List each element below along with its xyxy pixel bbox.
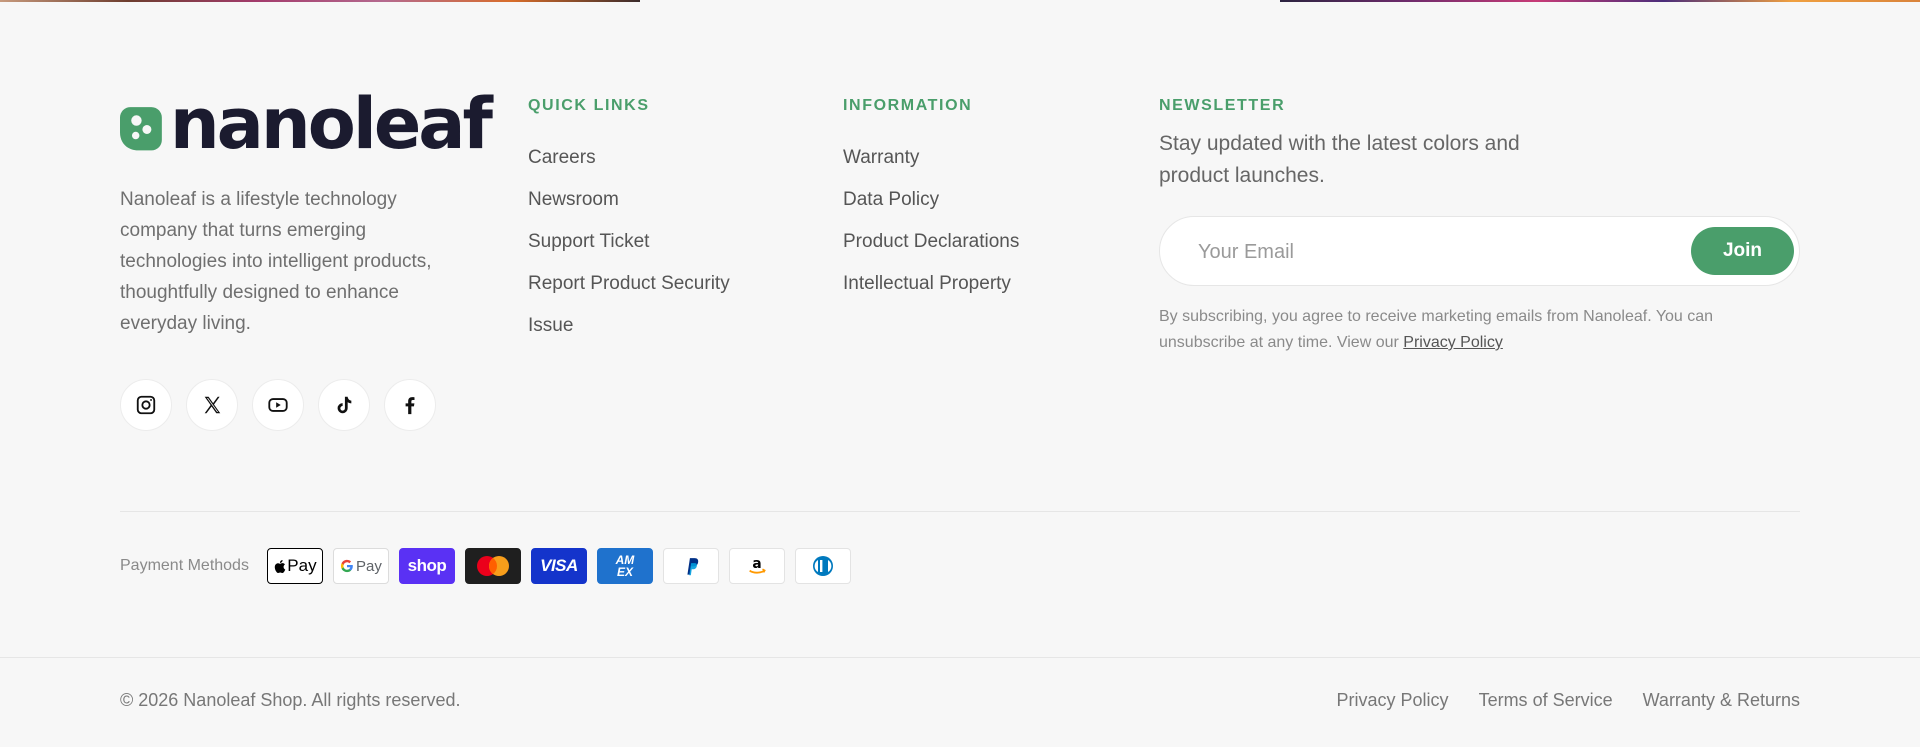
bottom-divider	[0, 657, 1920, 658]
newsletter-text: Stay updated with the latest colors and …	[1159, 132, 1520, 187]
privacy-policy-link[interactable]: Privacy Policy	[1403, 334, 1503, 351]
top-image-strip	[0, 0, 1920, 2]
diners-club-badge	[794, 548, 851, 584]
paypal-badge	[662, 548, 719, 584]
x-icon	[204, 396, 221, 414]
shop-pay-text: shop	[407, 556, 447, 575]
brand-description: Nanoleaf is a lifestyle technology compa…	[120, 189, 432, 334]
brand-column: nanoleaf Nanoleaf is a lifestyle technol…	[120, 89, 493, 431]
mastercard-badge	[464, 548, 521, 584]
nanoleaf-logo-icon	[120, 107, 162, 151]
quick-link-support-ticket[interactable]: Support Ticket	[528, 221, 768, 263]
information-column: INFORMATION Warranty Data Policy Product…	[843, 97, 1083, 305]
quick-link-report-security-issue[interactable]: Report Product Security Issue	[528, 263, 768, 347]
amex-badge: AM EX	[596, 548, 653, 584]
visa-badge: VISA	[530, 548, 587, 584]
information-title: INFORMATION	[843, 97, 973, 114]
join-button[interactable]: Join	[1691, 227, 1794, 275]
google-icon	[340, 559, 353, 573]
youtube-icon	[268, 398, 288, 412]
google-pay-badge: Pay	[332, 548, 389, 584]
instagram-icon	[136, 395, 156, 415]
info-link-intellectual-property[interactable]: Intellectual Property	[843, 263, 1083, 305]
instagram-link[interactable]	[120, 379, 172, 431]
diners-icon	[812, 556, 833, 576]
tiktok-icon	[337, 396, 352, 414]
privacy-policy-footer-link[interactable]: Privacy Policy	[1337, 690, 1449, 711]
apple-pay-text: Pay	[287, 556, 317, 575]
nanoleaf-wordmark: nanoleaf	[169, 83, 493, 165]
amazon-pay-badge: a	[728, 548, 785, 584]
nanoleaf-logo[interactable]: nanoleaf	[120, 89, 493, 160]
legal-links: Privacy Policy Terms of Service Warranty…	[1337, 690, 1800, 711]
newsletter-form: Join	[1159, 216, 1800, 287]
copyright-text: © 2026 Nanoleaf Shop. All rights reserve…	[120, 690, 461, 710]
newsletter-column: NEWSLETTER Stay updated with the latest …	[1159, 97, 1800, 356]
info-link-warranty[interactable]: Warranty	[843, 137, 1083, 179]
shop-pay-badge: shop	[398, 548, 455, 584]
facebook-icon	[405, 397, 415, 415]
info-link-data-policy[interactable]: Data Policy	[843, 179, 1083, 221]
newsletter-title: NEWSLETTER	[1159, 97, 1286, 114]
x-link[interactable]	[186, 379, 238, 431]
apple-icon	[275, 559, 286, 573]
amazon-icon: a	[749, 556, 766, 574]
warranty-returns-link[interactable]: Warranty & Returns	[1643, 690, 1800, 711]
social-links	[120, 379, 490, 431]
amex-text: AM EX	[615, 553, 635, 579]
google-pay-text: Pay	[356, 557, 382, 575]
terms-of-service-link[interactable]: Terms of Service	[1479, 690, 1613, 711]
quick-links-column: QUICK LINKS Careers Newsroom Support Tic…	[528, 97, 768, 347]
payment-methods-label: Payment Methods	[120, 557, 249, 574]
tiktok-link[interactable]	[318, 379, 370, 431]
quick-link-newsroom[interactable]: Newsroom	[528, 179, 768, 221]
visa-text: VISA	[540, 556, 578, 575]
quick-links-title: QUICK LINKS	[528, 97, 650, 114]
footer-bottom: © 2026 Nanoleaf Shop. All rights reserve…	[120, 690, 1800, 714]
email-input[interactable]	[1196, 217, 1660, 287]
svg-text:a: a	[752, 556, 761, 572]
newsletter-disclaimer: By subscribing, you agree to receive mar…	[1159, 304, 1800, 356]
payment-methods: Payment Methods Pay Pay shop VISA AM EX …	[120, 548, 861, 584]
apple-pay-badge: Pay	[266, 548, 323, 584]
youtube-link[interactable]	[252, 379, 304, 431]
quick-link-careers[interactable]: Careers	[528, 137, 768, 179]
mastercard-icon	[476, 556, 509, 576]
facebook-link[interactable]	[384, 379, 436, 431]
paypal-icon	[687, 558, 699, 576]
footer-divider	[120, 511, 1800, 512]
info-link-product-declarations[interactable]: Product Declarations	[843, 221, 1083, 263]
